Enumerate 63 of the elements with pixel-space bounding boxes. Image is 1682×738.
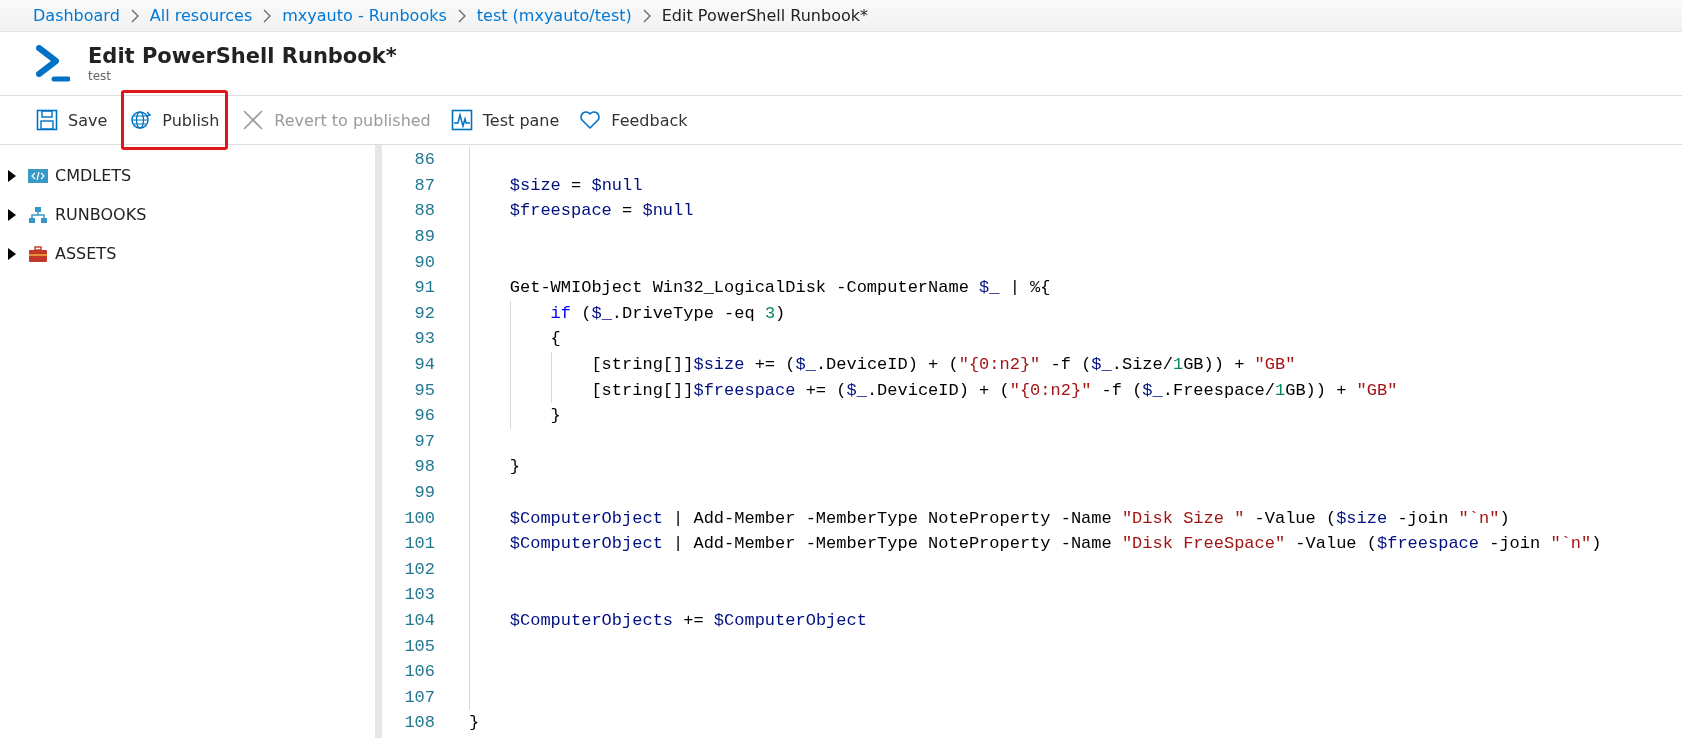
code-line: [string[]]$size += ($_.DeviceID) + ("{0:n2}" -f ($_.Size/1GB)) + "GB" (590, 355, 1296, 375)
line-number: 89 (413, 227, 435, 247)
page-title: Edit PowerShell Runbook* (88, 44, 397, 68)
breadcrumb-link[interactable]: test (mxyauto/test) (476, 6, 632, 25)
tree-item[interactable]: CMDLETS (0, 156, 375, 195)
tree-item[interactable]: ASSETS (0, 234, 375, 273)
save-button[interactable]: Save (30, 103, 114, 137)
line-number: 99 (413, 483, 435, 502)
line-number: 102 (403, 559, 435, 579)
line-number: 91 (413, 278, 435, 298)
code-line: [string[]]$freespace += ($_.DeviceID) + ("{0:n2}" -f ($_.Freespace/1GB)) + "GB" (590, 380, 1398, 400)
line-number: 87 (413, 175, 435, 195)
line-number: 100 (403, 508, 435, 528)
page-subtitle: test (88, 69, 113, 83)
chevron-icon (130, 8, 139, 23)
line-number: 104 (403, 611, 435, 630)
line-number: 108 (403, 713, 435, 733)
chevron-icon (263, 8, 272, 23)
code-line: Get-WMIObject Win32_LogicalDisk -ComputerName $_ | %{ (508, 278, 1051, 298)
line-number: 107 (403, 687, 435, 707)
breadcrumb-link[interactable]: All resources (149, 6, 253, 25)
breadcrumb-link[interactable]: mxyauto - Runbooks (282, 6, 447, 25)
line-number: 90 (413, 252, 435, 272)
chevron-icon (642, 8, 651, 23)
code-line: $ComputerObject | Add-Member -MemberType NoteProperty -Name "Disk Size " -Value ($size -join "`n") (508, 508, 1510, 528)
code-line: } (549, 406, 561, 426)
publish-button[interactable]: Publish (124, 103, 226, 137)
code-icon (28, 166, 48, 185)
chart-icon (450, 109, 473, 131)
line-number: 95 (413, 380, 435, 400)
close-icon (242, 109, 265, 131)
code-line: { (549, 329, 561, 349)
line-number: 101 (403, 534, 435, 554)
line-number: 103 (403, 585, 435, 605)
line-number: 96 (413, 406, 435, 426)
powershell-icon (36, 44, 70, 83)
tree-item[interactable]: RUNBOOKS (0, 195, 375, 234)
line-number: 86 (413, 150, 435, 170)
line-number: 106 (403, 662, 435, 682)
breadcrumb-current: Edit PowerShell Runbook* (661, 6, 868, 25)
save-icon (36, 109, 58, 131)
code-line: } (469, 713, 480, 733)
code-line: $size = $null (508, 175, 643, 195)
code-line: $ComputerObjects += $ComputerObject (508, 611, 867, 630)
line-number: 105 (403, 636, 435, 656)
feedback-button[interactable]: Feedback (573, 103, 694, 137)
chevron-icon (457, 8, 466, 23)
code-line: $ComputerObject | Add-Member -MemberType NoteProperty -Name "Disk FreeSpace" -Value ($freespace -join "`n") (508, 534, 1602, 554)
line-number: 98 (413, 457, 435, 477)
globe-icon (130, 109, 153, 131)
line-number: 93 (413, 329, 435, 349)
hierarchy-icon (28, 205, 48, 224)
breadcrumb-link[interactable]: Dashboard (33, 6, 120, 25)
line-number: 97 (413, 431, 435, 451)
code-line: if ($_.DriveType -eq 3) (549, 303, 786, 323)
heart-icon (579, 109, 602, 131)
line-number: 88 (413, 201, 435, 221)
code-line: $freespace = $null (508, 201, 694, 221)
line-number: 94 (413, 355, 435, 375)
line-number: 92 (413, 303, 435, 323)
code-line: } (508, 457, 520, 477)
test-button[interactable]: Test pane (444, 103, 566, 137)
toolbox-icon (28, 244, 48, 263)
